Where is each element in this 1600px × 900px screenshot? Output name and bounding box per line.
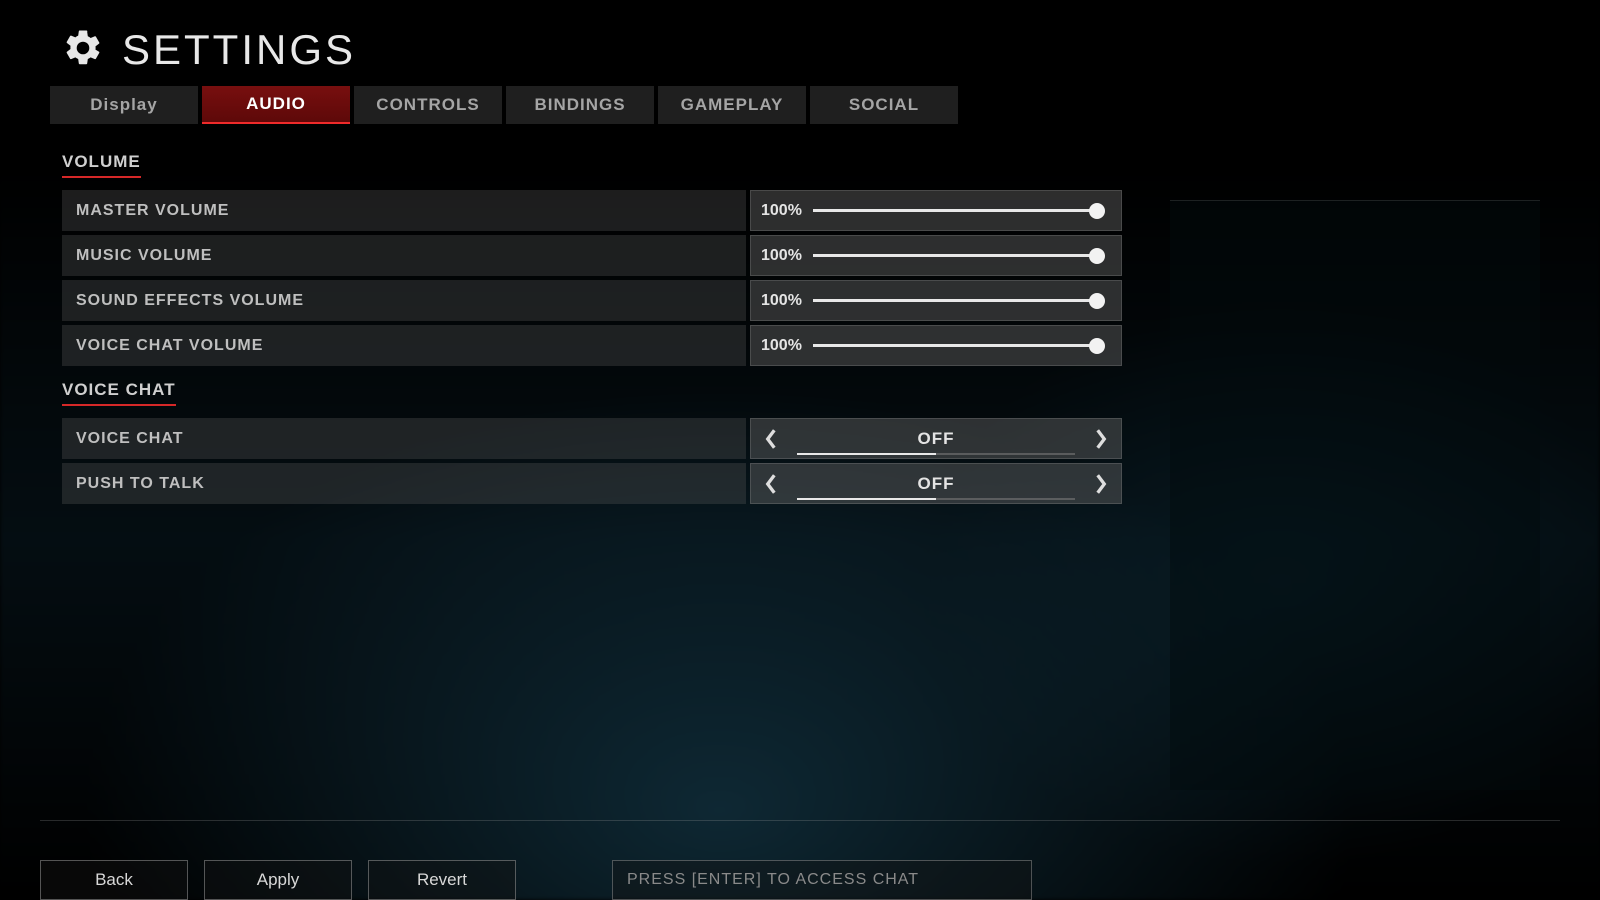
settings-content: VOLUME MASTER VOLUME 100% MUSIC VOLUME 1… xyxy=(62,152,1122,508)
slider-sfx-volume[interactable]: 100% xyxy=(750,280,1122,321)
tab-label: SOCIAL xyxy=(849,95,919,115)
tabs: Display AUDIO CONTROLS BINDINGS GAMEPLAY… xyxy=(50,86,958,124)
selector-value: OFF xyxy=(918,474,955,494)
chevron-right-icon[interactable] xyxy=(1081,419,1121,458)
chevron-left-icon[interactable] xyxy=(751,464,791,503)
footer: Back Apply Revert PRESS [ENTER] TO ACCES… xyxy=(40,860,1560,900)
setting-label: MUSIC VOLUME xyxy=(62,235,746,276)
button-label: Revert xyxy=(417,870,467,890)
slider-voice-volume[interactable]: 100% xyxy=(750,325,1122,366)
revert-button[interactable]: Revert xyxy=(368,860,516,900)
slider-value: 100% xyxy=(751,292,813,310)
slider-music-volume[interactable]: 100% xyxy=(750,235,1122,276)
back-button[interactable]: Back xyxy=(40,860,188,900)
apply-button[interactable]: Apply xyxy=(204,860,352,900)
section-title-volume: VOLUME xyxy=(62,152,141,178)
selector-value-area[interactable]: OFF xyxy=(791,419,1081,458)
tab-social[interactable]: SOCIAL xyxy=(810,86,958,124)
slider-value: 100% xyxy=(751,337,813,355)
row-push-to-talk: PUSH TO TALK OFF xyxy=(62,463,1122,504)
tab-controls[interactable]: CONTROLS xyxy=(354,86,502,124)
slider-thumb[interactable] xyxy=(1089,203,1105,219)
chat-input[interactable]: PRESS [ENTER] TO ACCESS CHAT xyxy=(612,860,1032,900)
tab-gameplay[interactable]: GAMEPLAY xyxy=(658,86,806,124)
chevron-right-icon[interactable] xyxy=(1081,464,1121,503)
slider-track[interactable] xyxy=(813,209,1097,212)
button-label: Back xyxy=(95,870,133,890)
tab-label: GAMEPLAY xyxy=(681,95,784,115)
button-label: Apply xyxy=(257,870,300,890)
tab-audio[interactable]: AUDIO xyxy=(202,86,350,124)
selector-underline xyxy=(797,498,1075,500)
row-voice-chat: VOICE CHAT OFF xyxy=(62,418,1122,459)
page-title: SETTINGS xyxy=(122,26,356,74)
tab-label: BINDINGS xyxy=(534,95,625,115)
divider xyxy=(40,820,1560,821)
selector-value: OFF xyxy=(918,429,955,449)
slider-thumb[interactable] xyxy=(1089,293,1105,309)
tab-label: AUDIO xyxy=(246,94,306,114)
slider-value: 100% xyxy=(751,247,813,265)
row-master-volume: MASTER VOLUME 100% xyxy=(62,190,1122,231)
slider-thumb[interactable] xyxy=(1089,248,1105,264)
help-panel xyxy=(1170,200,1540,790)
tab-label: Display xyxy=(90,95,157,115)
selector-push-to-talk: OFF xyxy=(750,463,1122,504)
row-sfx-volume: SOUND EFFECTS VOLUME 100% xyxy=(62,280,1122,321)
selector-voice-chat: OFF xyxy=(750,418,1122,459)
page-header: SETTINGS xyxy=(62,26,356,74)
setting-label: SOUND EFFECTS VOLUME xyxy=(62,280,746,321)
slider-thumb[interactable] xyxy=(1089,338,1105,354)
setting-label: VOICE CHAT VOLUME xyxy=(62,325,746,366)
row-music-volume: MUSIC VOLUME 100% xyxy=(62,235,1122,276)
gear-icon xyxy=(62,27,104,74)
selector-underline xyxy=(797,453,1075,455)
slider-track[interactable] xyxy=(813,344,1097,347)
chevron-left-icon[interactable] xyxy=(751,419,791,458)
setting-label: MASTER VOLUME xyxy=(62,190,746,231)
tab-display[interactable]: Display xyxy=(50,86,198,124)
selector-value-area[interactable]: OFF xyxy=(791,464,1081,503)
setting-label: PUSH TO TALK xyxy=(62,463,746,504)
row-voice-volume: VOICE CHAT VOLUME 100% xyxy=(62,325,1122,366)
tab-bindings[interactable]: BINDINGS xyxy=(506,86,654,124)
tab-label: CONTROLS xyxy=(376,95,479,115)
slider-value: 100% xyxy=(751,202,813,220)
setting-label: VOICE CHAT xyxy=(62,418,746,459)
slider-track[interactable] xyxy=(813,299,1097,302)
slider-master-volume[interactable]: 100% xyxy=(750,190,1122,231)
section-title-voice-chat: VOICE CHAT xyxy=(62,380,176,406)
chat-placeholder: PRESS [ENTER] TO ACCESS CHAT xyxy=(627,871,919,889)
slider-track[interactable] xyxy=(813,254,1097,257)
